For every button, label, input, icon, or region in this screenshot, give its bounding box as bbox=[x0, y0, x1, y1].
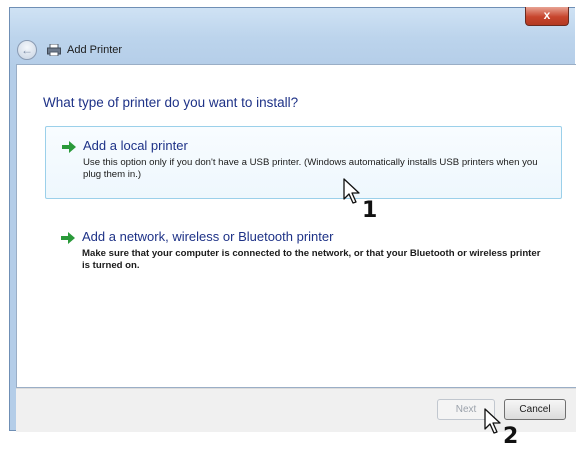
option-description: Use this option only if you don't have a… bbox=[83, 157, 538, 180]
cancel-button[interactable]: Cancel bbox=[504, 399, 566, 420]
back-button[interactable]: ← bbox=[17, 40, 37, 60]
option-description: Make sure that your computer is connecte… bbox=[82, 248, 541, 271]
close-button[interactable]: x bbox=[525, 7, 569, 26]
add-printer-window: x ← Add Printer What type of printer do … bbox=[9, 7, 576, 432]
title-bar: ← Add Printer bbox=[10, 38, 575, 62]
printer-icon bbox=[47, 44, 61, 56]
mouse-cursor-icon bbox=[343, 178, 360, 204]
option-heading: Add a local printer bbox=[83, 138, 188, 153]
close-icon: x bbox=[543, 8, 551, 22]
mouse-cursor-icon bbox=[484, 408, 501, 434]
option-heading: Add a network, wireless or Bluetooth pri… bbox=[82, 229, 334, 244]
callout-number: 1 bbox=[362, 198, 378, 223]
back-arrow-icon: ← bbox=[21, 43, 33, 57]
add-network-printer-option[interactable]: Add a network, wireless or Bluetooth pri… bbox=[45, 218, 562, 278]
wizard-content: What type of printer do you want to inst… bbox=[16, 64, 576, 388]
add-local-printer-option[interactable]: Add a local printer Use this option only… bbox=[45, 126, 562, 199]
page-title: What type of printer do you want to inst… bbox=[43, 95, 299, 110]
green-arrow-icon bbox=[62, 141, 76, 153]
window-title: Add Printer bbox=[67, 44, 123, 56]
callout-number: 2 bbox=[503, 424, 519, 449]
green-arrow-icon bbox=[61, 232, 75, 244]
